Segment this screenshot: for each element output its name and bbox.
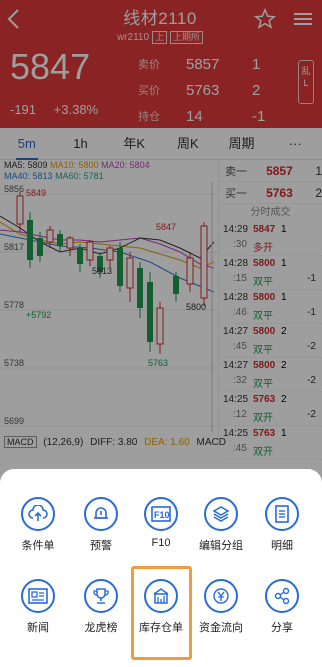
news-icon <box>21 579 55 613</box>
action-label: 明细 <box>271 540 293 552</box>
action-alert[interactable]: 预警 <box>70 491 132 565</box>
action-share[interactable]: 分享 <box>251 573 313 647</box>
action-label: F10 <box>151 537 171 549</box>
share-icon <box>265 579 299 613</box>
action-label: 新闻 <box>27 622 49 634</box>
action-label: 预警 <box>90 540 112 552</box>
action-f10[interactable]: F10 F10 <box>130 491 192 565</box>
action-news[interactable]: 新闻 <box>7 573 69 647</box>
action-label: 分享 <box>271 622 293 634</box>
action-fund-flow[interactable]: 资金流向 <box>190 573 252 647</box>
bell-icon <box>84 497 118 531</box>
document-icon <box>265 497 299 531</box>
action-detail[interactable]: 明细 <box>251 491 313 565</box>
cloud-upload-icon <box>21 497 55 531</box>
f10-icon: F10 <box>144 497 178 531</box>
trophy-icon <box>84 579 118 613</box>
action-edit-group[interactable]: 编辑分组 <box>190 491 252 565</box>
action-label: 条件单 <box>21 540 55 552</box>
action-label: 资金流向 <box>199 622 243 634</box>
action-dragon-tiger[interactable]: 龙虎榜 <box>70 573 132 647</box>
action-label: 龙虎榜 <box>84 622 118 634</box>
action-label: 编辑分组 <box>199 540 243 552</box>
highlight-frame <box>131 566 192 660</box>
svg-text:F10: F10 <box>154 510 170 520</box>
layers-icon <box>204 497 238 531</box>
action-conditional-order[interactable]: 条件单 <box>7 491 69 565</box>
yen-icon <box>204 579 238 613</box>
